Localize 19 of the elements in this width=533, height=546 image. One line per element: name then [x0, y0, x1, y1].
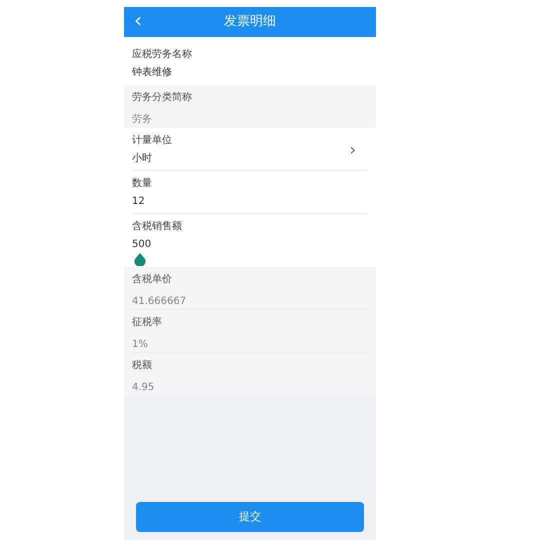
value-field[interactable]: 500 — [132, 238, 312, 252]
value-text: 41.666667 — [132, 295, 186, 309]
field-label: 计量单位 — [132, 134, 173, 148]
chevron-icon[interactable]: › — [350, 142, 356, 158]
field-label: 征税率 — [132, 316, 163, 330]
value-field[interactable]: 小时 — [132, 152, 312, 166]
value-text: 劳务 — [132, 113, 152, 127]
field-label: 税额 — [132, 359, 153, 373]
value-field[interactable]: 钟表维修 — [132, 66, 312, 80]
field-label: 数量 — [132, 177, 153, 191]
page-title: 发票明细 — [224, 13, 276, 32]
value-text: 4.95 — [132, 381, 154, 395]
value-field[interactable]: 12 — [132, 195, 312, 209]
value-text: 1% — [132, 338, 148, 352]
cursor-handle[interactable] — [134, 253, 146, 266]
field-label: 应税劳务名称 — [132, 48, 193, 62]
field-label: 含税销售额 — [132, 220, 183, 234]
field-label: 劳务分类简称 — [132, 91, 193, 105]
field-label: 含税单价 — [132, 273, 173, 287]
